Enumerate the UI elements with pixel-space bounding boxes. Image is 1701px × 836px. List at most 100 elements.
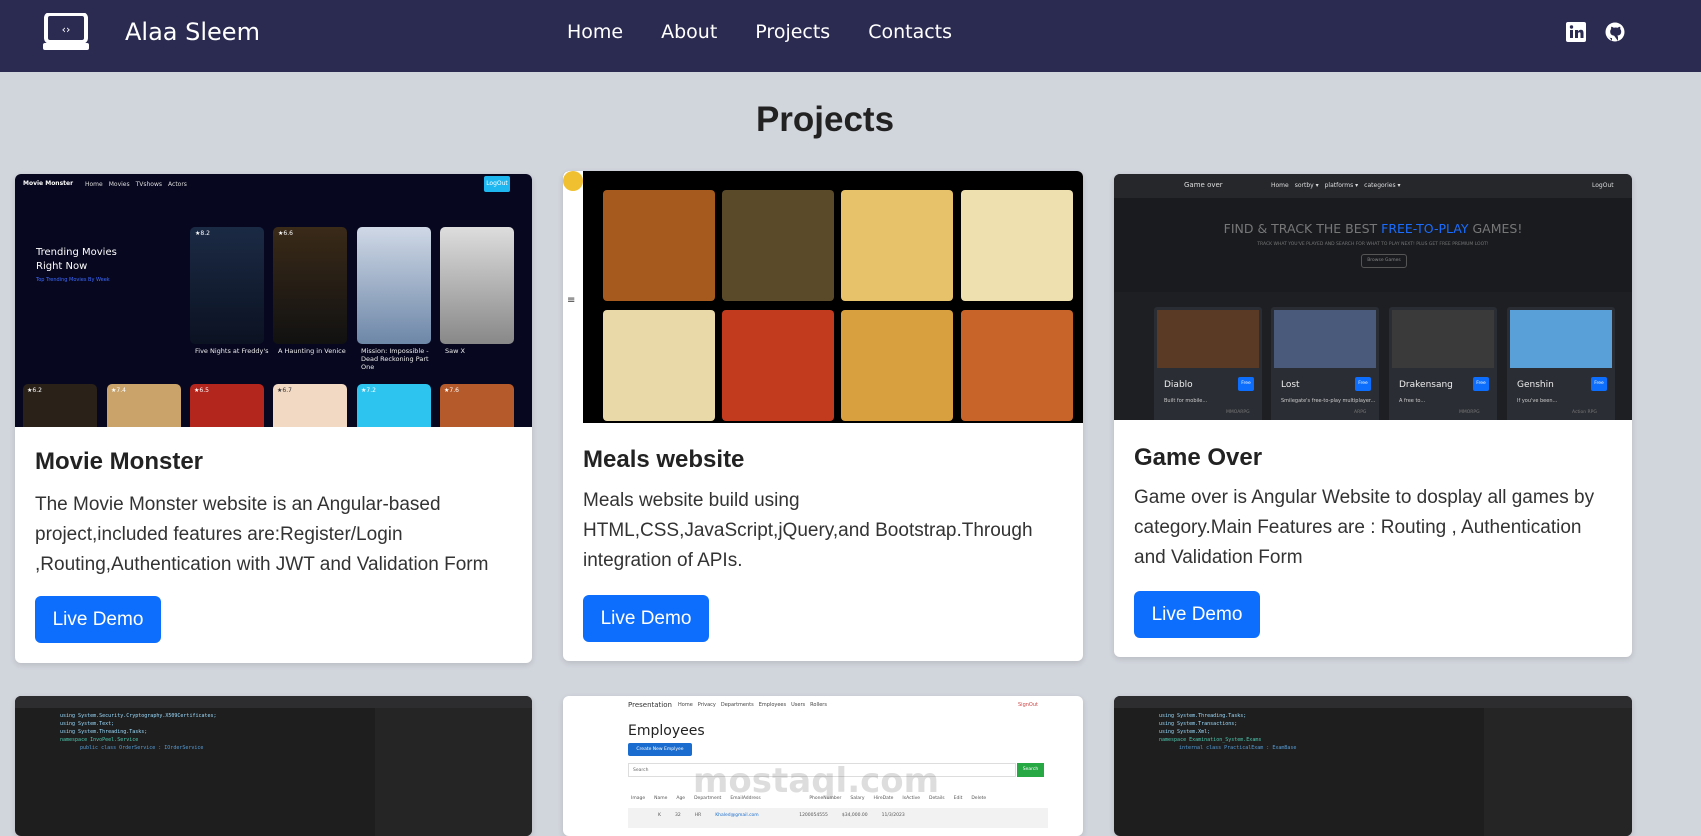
project-title: Game Over — [1134, 444, 1263, 471]
preview-brand: Movie Monster — [23, 180, 74, 187]
game-description: A free to... — [1399, 398, 1426, 404]
project-card-meals-website: ≡ Meals website Meals website build usin… — [563, 171, 1083, 661]
movie-rating: 7.6 — [449, 387, 459, 394]
navbar: ‹› Alaa Sleem Home About Projects Contac… — [0, 0, 1701, 72]
preview-menu-item: Movies — [108, 181, 130, 188]
live-demo-button[interactable]: Live Demo — [583, 595, 709, 642]
game-card: Diablo Free Built for mobile... — [1154, 307, 1262, 420]
preview-menu-item: Departments — [720, 702, 754, 708]
site-logo-icon — [563, 171, 583, 191]
movie-rating: 7.2 — [366, 387, 376, 394]
project-title: Movie Monster — [35, 448, 204, 475]
preview-logout: LogOut — [484, 176, 510, 192]
project-card-movie-monster: Movie Monster Home Movies TVshows Actors Lo… — [15, 174, 532, 663]
menu-icon: ≡ — [567, 295, 576, 306]
movie-rating: 6.6 — [283, 230, 293, 237]
code-line: namespace InvoPeel.Service — [60, 737, 139, 743]
meal-image — [961, 190, 1073, 301]
preview-menu-item: Rollers — [810, 702, 827, 708]
preview-brand: Game over — [1184, 181, 1223, 189]
preview-menu-item: Privacy — [697, 702, 716, 708]
nav-link-about[interactable]: About — [661, 21, 717, 43]
movie-title: A Haunting in Venice — [278, 347, 346, 355]
preview-heading: Employees — [628, 723, 705, 739]
code-line: using System.Xml; — [1159, 729, 1211, 735]
nav-link-home[interactable]: Home — [567, 21, 623, 43]
project-description: Meals website build using HTML,CSS,JavaS… — [583, 490, 1033, 571]
movie-title: Saw X — [445, 347, 465, 355]
movie-rating: 7.4 — [116, 387, 126, 394]
preview-signout: SignOut — [1018, 702, 1038, 708]
watermark: mostaql.com — [693, 761, 940, 801]
project-card-code-1: using System.Security.Cryptography.X509C… — [15, 696, 532, 836]
game-name: Genshin — [1517, 380, 1554, 390]
free-badge: Free — [1473, 377, 1489, 391]
meal-image — [841, 310, 953, 421]
preview-menu-item: Users — [791, 702, 806, 708]
movie-rating: 6.2 — [32, 387, 42, 394]
code-line: using System.Threading.Tasks; — [60, 729, 148, 735]
nav-link-contacts[interactable]: Contacts — [868, 21, 952, 43]
game-name: Lost — [1281, 380, 1300, 390]
game-genre: ARPG — [1354, 410, 1367, 415]
preview-search-button: Search — [1017, 763, 1044, 777]
linkedin-icon[interactable] — [1566, 22, 1586, 42]
movie-poster — [357, 227, 431, 344]
code-line: using System.Security.Cryptography.X509C… — [60, 713, 217, 719]
free-badge: Free — [1238, 377, 1254, 391]
project-card-game-over: Game over Home sortby ▾ platforms ▾ categor… — [1114, 174, 1632, 657]
meal-image — [603, 310, 715, 421]
movie-title: Five Nights at Freddy's — [195, 347, 269, 355]
game-description: Built for mobile... — [1164, 398, 1208, 404]
movie-poster — [273, 227, 347, 344]
project-description: The Movie Monster website is an Angular-… — [35, 494, 489, 575]
preview-menu-item: Home — [1271, 182, 1289, 189]
project-description: Game over is Angular Website to dosplay … — [1134, 487, 1595, 568]
meal-image — [722, 310, 834, 421]
meal-image — [603, 190, 715, 301]
preview-subheading: Top Trending Movies By Week — [36, 277, 110, 283]
browse-games-button: Browse Games — [1361, 254, 1407, 268]
svg-text:‹›: ‹› — [62, 23, 71, 36]
project-card-code-2: using System.Threading.Tasks; using Syste… — [1114, 696, 1632, 836]
preview-menu-item: Home — [85, 181, 103, 188]
preview-menu-item: sortby ▾ — [1294, 182, 1319, 189]
movie-title: Mission: Impossible - Dead Reckoning Par… — [361, 347, 429, 371]
game-genre: MMORPG — [1459, 410, 1480, 415]
nav-link-projects[interactable]: Projects — [755, 21, 830, 43]
game-name: Drakensang — [1399, 380, 1453, 390]
live-demo-button[interactable]: Live Demo — [1134, 591, 1260, 638]
preview-brand: Presentation — [628, 701, 672, 709]
preview-menu-item: Actors — [168, 181, 187, 188]
code-line: namespace Examination_System.Exams — [1159, 737, 1262, 743]
game-description: If you've been... — [1517, 398, 1558, 404]
brand-name[interactable]: Alaa Sleem — [125, 18, 260, 46]
project-card-employees: Presentation Home Privacy Departments Emplo… — [563, 696, 1083, 836]
preview-create-button: Create New Emplyee — [628, 743, 692, 756]
project-title: Meals website — [583, 446, 745, 473]
preview-menu-item: platforms ▾ — [1324, 182, 1359, 189]
hero-subtext: TRACK WHAT YOU'VE PLAYED AND SEARCH FOR … — [1257, 242, 1489, 247]
meal-image — [841, 190, 953, 301]
game-genre: Action RPG — [1572, 410, 1597, 415]
movie-monster-screenshot: Movie Monster Home Movies TVshows Actors Lo… — [15, 174, 532, 427]
laptop-code-logo-icon[interactable]: ‹› — [43, 13, 93, 51]
code-line: public class OrderService : IOrderServic… — [80, 745, 204, 751]
live-demo-button[interactable]: Live Demo — [35, 596, 161, 643]
game-over-screenshot: Game over Home sortby ▾ platforms ▾ categor… — [1114, 174, 1632, 420]
preview-logout: LogOut — [1592, 182, 1614, 189]
movie-poster — [190, 227, 264, 344]
game-description: Smilegate's free-to-play multiplayer... — [1281, 398, 1376, 404]
movie-rating: 8.2 — [200, 230, 210, 237]
code-line: internal class PracticalExam : ExamBase — [1179, 745, 1297, 751]
movie-rating: 6.7 — [282, 387, 292, 394]
code-line: using System.Transactions; — [1159, 721, 1238, 727]
preview-menu-item: TVshows — [135, 181, 163, 188]
free-badge: Free — [1355, 377, 1371, 391]
github-icon[interactable] — [1605, 22, 1625, 42]
code-line: using System.Text; — [60, 721, 115, 727]
game-genre: MMOARPG — [1226, 410, 1250, 415]
code-line: using System.Threading.Tasks; — [1159, 713, 1247, 719]
game-card: Drakensang Free A free to... — [1389, 307, 1497, 420]
hero-highlight: FREE-TO-PLAY — [1381, 221, 1469, 236]
